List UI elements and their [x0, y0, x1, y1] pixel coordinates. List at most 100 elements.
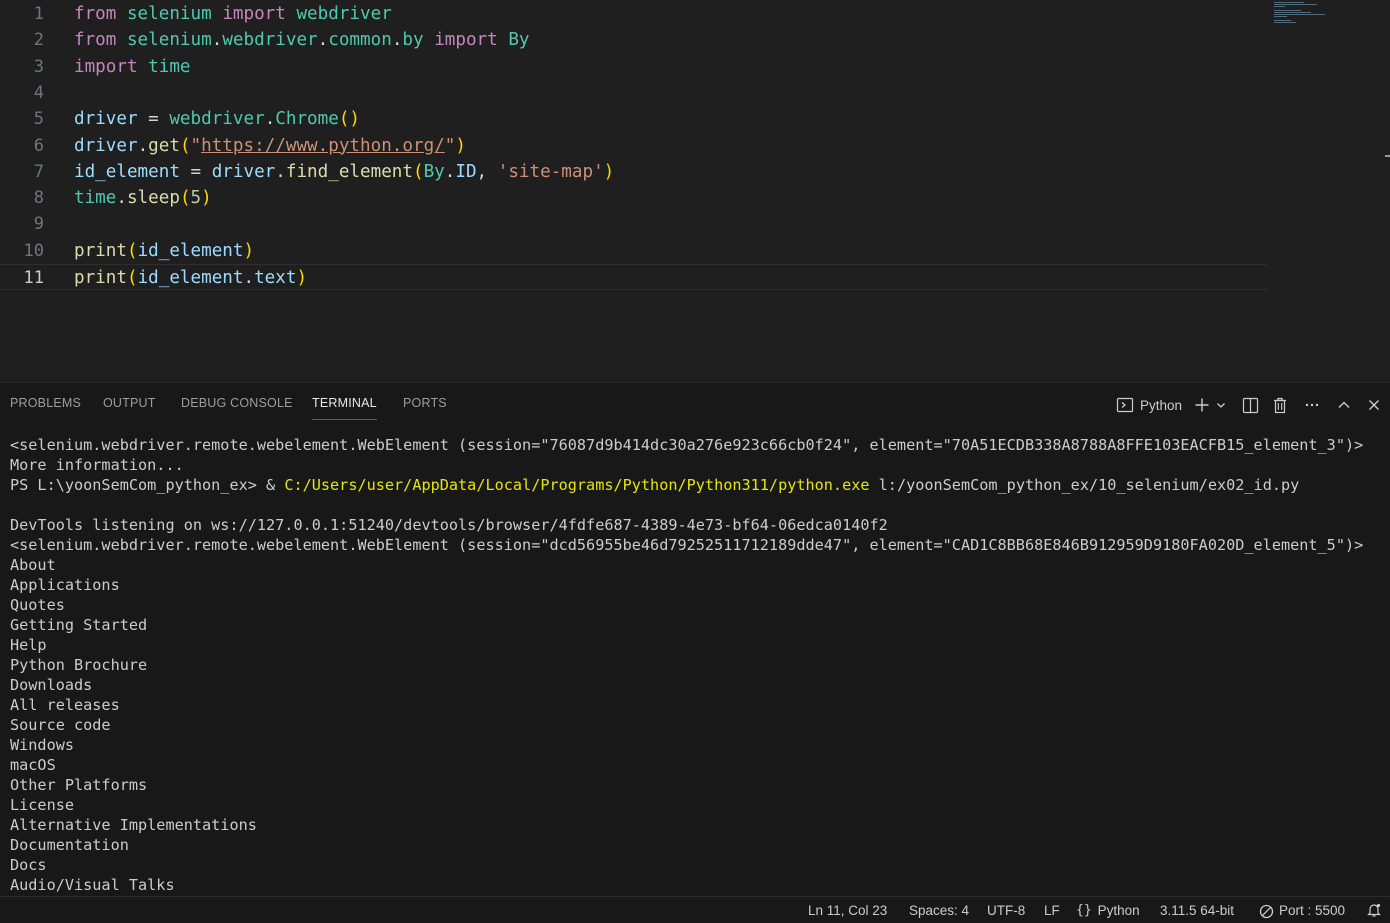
terminal-line: Python Brochure: [10, 655, 1380, 675]
tab-debug-console[interactable]: DEBUG CONSOLE: [181, 396, 293, 418]
line-number: 3: [33, 56, 44, 77]
code-line[interactable]: 4: [0, 80, 1267, 106]
code-token: sleep: [126, 188, 180, 209]
minimap[interactable]: [1272, 0, 1332, 30]
minimap-line: [1274, 2, 1304, 3]
code-token: print: [74, 240, 127, 261]
trash-icon: [1272, 397, 1288, 414]
code-editor[interactable]: 1 from selenium import webdriver 2 from sel…: [0, 0, 1390, 382]
language-mode[interactable]: {} Python: [1076, 902, 1140, 920]
code-token: id_element: [137, 240, 244, 261]
line-number: 1: [33, 4, 44, 24]
code-line[interactable]: 1 from selenium import webdriver: [0, 1, 1267, 27]
code-text: id_element = driver.find_element(By.ID, …: [74, 159, 614, 185]
launch-profile-dropdown[interactable]: [1212, 393, 1230, 417]
code-line[interactable]: 10 print(id_element): [0, 238, 1267, 264]
notifications-button[interactable]: [1366, 902, 1382, 920]
terminal-text: Other Platforms: [10, 776, 148, 794]
terminal-text: macOS: [10, 756, 56, 774]
terminal-text: More information...: [10, 456, 184, 474]
code-token: .: [444, 161, 456, 182]
code-token: .: [317, 30, 329, 51]
code-text: from selenium.webdriver.common.by import…: [74, 27, 530, 53]
tab-ports[interactable]: PORTS: [403, 396, 447, 418]
code-token: by: [402, 30, 424, 51]
terminal-text: DevTools listening on ws://127.0.0.1:512…: [10, 516, 888, 534]
code-token: id_element: [74, 161, 180, 182]
code-line[interactable]: 5 driver = webdriver.Chrome(): [0, 106, 1267, 132]
line-number: 10: [23, 240, 44, 261]
terminal-line: PS L:\yoonSemCom_python_ex> & C:/Users/u…: [10, 475, 1380, 495]
code-token: time: [74, 188, 117, 209]
terminal-text: Docs: [10, 856, 47, 874]
file-encoding[interactable]: UTF-8: [987, 902, 1025, 920]
code-line[interactable]: 7 id_element = driver.find_element(By.ID,…: [0, 159, 1267, 185]
split-terminal-button[interactable]: [1238, 393, 1262, 417]
more-actions-button[interactable]: [1300, 393, 1324, 417]
code-line[interactable]: 9: [0, 211, 1267, 237]
terminal-line: Help: [10, 635, 1380, 655]
code-token: ID: [455, 161, 477, 182]
python-interpreter[interactable]: 3.11.5 64-bit: [1160, 902, 1234, 920]
terminal-text: PS L:\yoonSemCom_python_ex> &: [10, 476, 285, 494]
terminal-text: l:/yoonSemCom_python_ex/10_selenium/ex02…: [869, 476, 1300, 494]
terminal-line: Getting Started: [10, 615, 1380, 635]
panel-tab-bar: PROBLEMS OUTPUT DEBUG CONSOLE TERMINAL P…: [0, 383, 1390, 425]
terminal-text: Documentation: [10, 836, 129, 854]
terminal-text: Audio/Visual Talks: [10, 876, 175, 894]
code-token: driver: [211, 161, 276, 182]
code-token: from: [74, 4, 117, 24]
terminal-text: Windows: [10, 736, 75, 754]
chevron-up-icon: [1337, 398, 1351, 412]
code-line[interactable]: 2 from selenium.webdriver.common.by impor…: [0, 27, 1267, 53]
code-token: =: [137, 109, 170, 130]
terminal-line: Docs: [10, 855, 1380, 875]
terminal-shell-selector[interactable]: Python: [1116, 393, 1192, 417]
code-token: .: [264, 109, 276, 130]
code-token: import: [74, 56, 138, 77]
terminal-icon: [1116, 396, 1134, 414]
code-line[interactable]: 3 import time: [0, 54, 1267, 80]
terminal-line: <selenium.webdriver.remote.webelement.We…: [10, 435, 1380, 455]
port-label: Port : 5500: [1279, 903, 1346, 918]
cursor-position[interactable]: Ln 11, Col 23: [808, 902, 887, 920]
more-actions-icon: [1304, 397, 1320, 413]
close-icon: [1367, 398, 1381, 412]
terminal-line: License: [10, 795, 1380, 815]
code-token: driver: [74, 109, 138, 130]
live-server-port[interactable]: Port : 5500: [1259, 902, 1345, 920]
code-text: import time: [74, 54, 191, 80]
code-text: driver = webdriver.Chrome(): [74, 106, 360, 132]
bottom-panel: PROBLEMS OUTPUT DEBUG CONSOLE TERMINAL P…: [0, 382, 1390, 896]
terminal-text: Python Brochure: [10, 656, 148, 674]
code-token: (: [126, 268, 138, 288]
code-token: import: [222, 4, 286, 24]
indentation[interactable]: Spaces: 4: [909, 902, 969, 920]
tab-output[interactable]: OUTPUT: [103, 396, 156, 418]
new-terminal-button[interactable]: [1192, 393, 1212, 417]
code-line[interactable]: 6 driver.get("https://www.python.org/"): [0, 133, 1267, 159]
terminal-text: Alternative Implementations: [10, 816, 257, 834]
code-token: common: [328, 30, 392, 51]
close-panel-button[interactable]: [1362, 393, 1386, 417]
terminal-output[interactable]: <selenium.webdriver.remote.webelement.We…: [10, 435, 1380, 895]
code-line[interactable]: 8 time.sleep(5): [0, 185, 1267, 211]
terminal-line: Windows: [10, 735, 1380, 755]
tab-problems[interactable]: PROBLEMS: [10, 396, 81, 418]
terminal-text: Source code: [10, 716, 111, 734]
code-token: ): [296, 268, 308, 288]
maximize-panel-button[interactable]: [1332, 393, 1356, 417]
line-ending[interactable]: LF: [1044, 902, 1060, 920]
terminal-line: macOS: [10, 755, 1380, 775]
code-token: (: [126, 240, 138, 261]
editor-scrollbar[interactable]: [1385, 155, 1390, 157]
code-token: id_element: [137, 268, 244, 288]
shell-label: Python: [1140, 397, 1183, 413]
minimap-line: [1274, 4, 1317, 5]
tab-terminal[interactable]: TERMINAL: [312, 396, 377, 420]
code-line[interactable]: 11 print(id_element.text): [0, 264, 1267, 290]
kill-terminal-button[interactable]: [1268, 393, 1292, 417]
